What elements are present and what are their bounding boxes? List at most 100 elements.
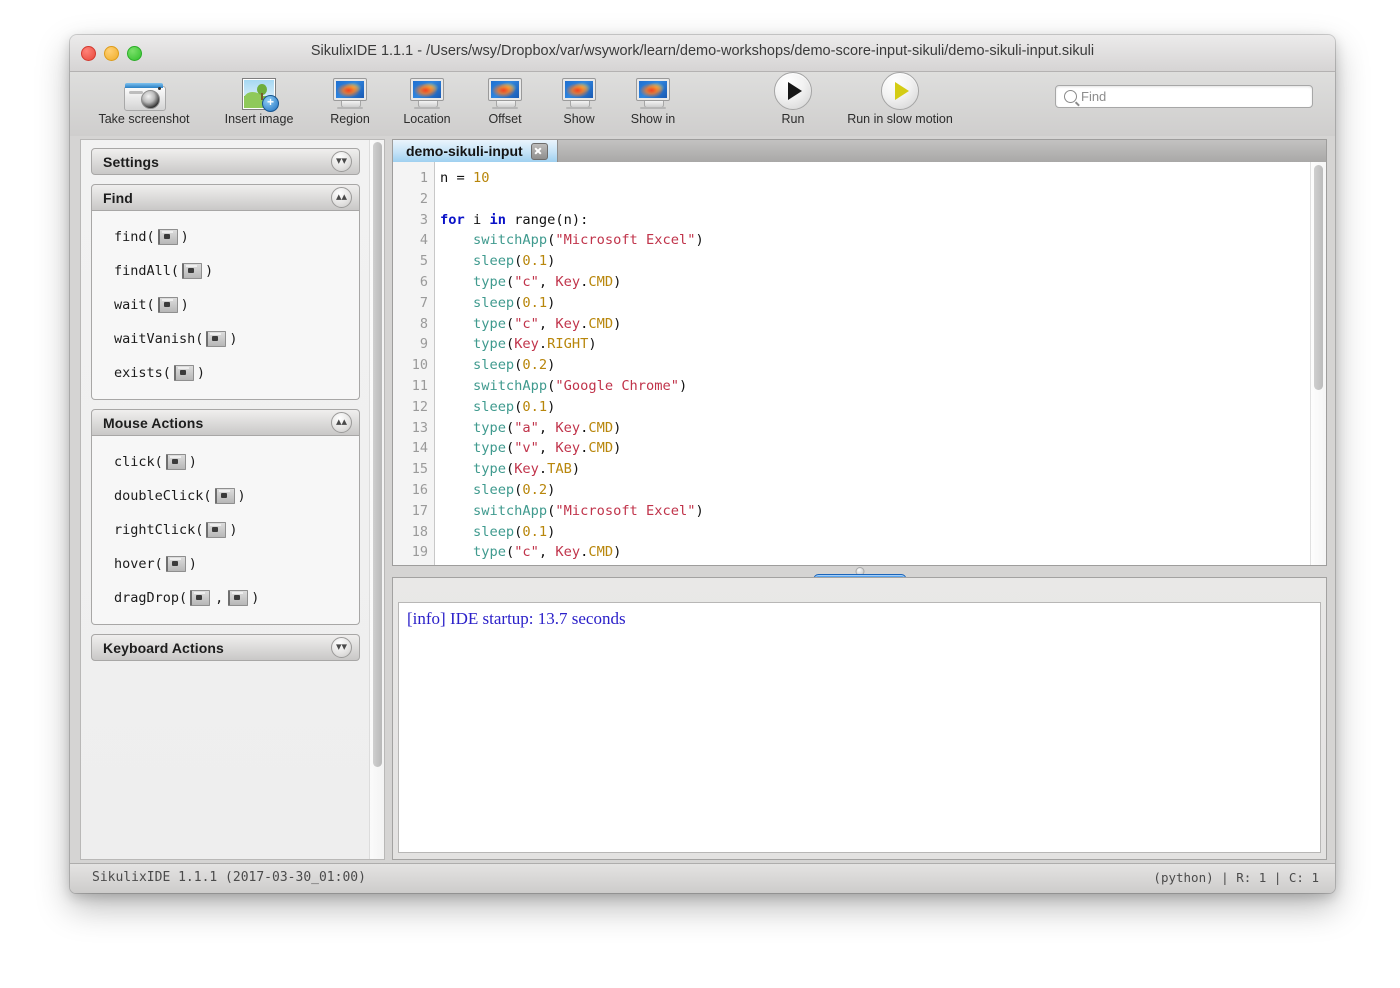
- command-waitvanish[interactable]: waitVanish( ): [92, 322, 359, 356]
- code-token: type: [473, 420, 506, 436]
- code-token: (: [506, 544, 514, 560]
- code-line[interactable]: sleep(0.1): [440, 293, 1310, 314]
- image-thumbnail-icon[interactable]: [174, 365, 194, 381]
- command-find[interactable]: find( ): [92, 220, 359, 254]
- code-token: [440, 357, 473, 373]
- panel-body-mouse-actions: click( ) doubleClick( ) rightClick(: [91, 436, 360, 625]
- code-token: "c": [514, 274, 539, 290]
- code-line[interactable]: sleep(0.1): [440, 522, 1310, 543]
- image-thumbnail-icon[interactable]: [228, 590, 248, 606]
- command-suffix: ): [181, 297, 189, 313]
- line-number: 10: [393, 355, 434, 376]
- panel-header-keyboard-actions[interactable]: Keyboard Actions ▾▾: [91, 634, 360, 661]
- code-line[interactable]: [440, 189, 1310, 210]
- code-token: ,: [539, 420, 555, 436]
- image-thumbnail-icon[interactable]: [182, 263, 202, 279]
- toolbar-button-show-in[interactable]: Show in: [607, 74, 699, 126]
- code-line[interactable]: type("v", Key.CMD): [440, 438, 1310, 459]
- chevron-double-up-icon[interactable]: ▴▴: [331, 187, 352, 208]
- command-exists[interactable]: exists( ): [92, 356, 359, 390]
- code-token: ): [695, 232, 703, 248]
- editor-scrollbar-thumb[interactable]: [1314, 165, 1323, 390]
- image-thumbnail-icon[interactable]: [206, 522, 226, 538]
- line-number: 7: [393, 293, 434, 314]
- command-suffix: ): [197, 365, 205, 381]
- code-line[interactable]: type("c", Key.CMD): [440, 314, 1310, 335]
- image-thumbnail-icon[interactable]: [158, 297, 178, 313]
- sidebar-scrollbar[interactable]: [369, 140, 384, 859]
- command-hover[interactable]: hover( ): [92, 547, 359, 581]
- editor-scrollbar[interactable]: [1310, 162, 1326, 565]
- image-thumbnail-icon[interactable]: [166, 556, 186, 572]
- play-black-icon: [774, 74, 812, 110]
- command-rightclick[interactable]: rightClick( ): [92, 513, 359, 547]
- line-number: 1: [393, 168, 434, 189]
- image-thumbnail-icon[interactable]: [158, 229, 178, 245]
- code-line[interactable]: type("c", Key.CMD): [440, 542, 1310, 563]
- code-token: Key: [555, 420, 580, 436]
- panel-header-settings[interactable]: Settings ▾▾: [91, 148, 360, 175]
- code-line[interactable]: switchApp("Microsoft Excel"): [440, 230, 1310, 251]
- command-doubleclick[interactable]: doubleClick( ): [92, 479, 359, 513]
- toolbar-button-run[interactable]: Run: [747, 74, 839, 126]
- code-line[interactable]: sleep(0.2): [440, 355, 1310, 376]
- close-icon[interactable]: [531, 143, 548, 160]
- code-line[interactable]: sleep(0.1): [440, 251, 1310, 272]
- code-line[interactable]: n = 10: [440, 168, 1310, 189]
- code-token: [440, 336, 473, 352]
- editor-tab-demo-sikuli-input[interactable]: demo-sikuli-input: [393, 140, 558, 162]
- sidebar-scrollbar-thumb[interactable]: [373, 142, 382, 767]
- code-token: "Google Chrome": [555, 378, 679, 394]
- code-text[interactable]: n = 10 for i in range(n): switchApp("Mic…: [436, 162, 1310, 565]
- panel-header-mouse-actions[interactable]: Mouse Actions ▴▴: [91, 409, 360, 436]
- code-token: sleep: [473, 357, 514, 373]
- search-icon: [1064, 90, 1077, 103]
- monitor-icon: [559, 74, 599, 110]
- code-token: i: [465, 212, 490, 228]
- command-dragdrop[interactable]: dragDrop( , ): [92, 581, 359, 615]
- toolbar-button-run-slow-motion[interactable]: Run in slow motion: [854, 74, 946, 126]
- code-token: [440, 420, 473, 436]
- line-number: 11: [393, 376, 434, 397]
- search-input[interactable]: Find: [1055, 85, 1313, 108]
- code-line[interactable]: sleep(0.1): [440, 397, 1310, 418]
- code-line[interactable]: switchApp("Microsoft Excel"): [440, 501, 1310, 522]
- code-token: Key: [555, 316, 580, 332]
- image-thumbnail-icon[interactable]: [166, 454, 186, 470]
- code-token: [440, 295, 473, 311]
- code-line[interactable]: type(Key.TAB): [440, 459, 1310, 480]
- code-token: ): [695, 503, 703, 519]
- toolbar-button-insert-image[interactable]: + Insert image: [213, 74, 305, 126]
- code-line[interactable]: sleep(0.2): [440, 480, 1310, 501]
- code-line[interactable]: type("a", Key.CMD): [440, 418, 1310, 439]
- chevron-double-down-icon[interactable]: ▾▾: [331, 637, 352, 658]
- code-line[interactable]: for i in range(n):: [440, 210, 1310, 231]
- toolbar-button-take-screenshot[interactable]: Take screenshot: [98, 74, 190, 126]
- code-token: Key: [555, 544, 580, 560]
- command-suffix: ): [181, 229, 189, 245]
- code-token: switchApp: [473, 378, 547, 394]
- command-suffix: ): [251, 590, 259, 606]
- line-number-gutter: 12345678910111213141516171819: [393, 162, 435, 565]
- chevron-double-up-icon[interactable]: ▴▴: [331, 412, 352, 433]
- panel-header-find[interactable]: Find ▴▴: [91, 184, 360, 211]
- code-area[interactable]: 12345678910111213141516171819 n = 10 for…: [393, 162, 1326, 565]
- code-token: ): [588, 336, 596, 352]
- code-token: ): [613, 440, 621, 456]
- code-token: ,: [539, 316, 555, 332]
- command-wait[interactable]: wait( ): [92, 288, 359, 322]
- command-click[interactable]: click( ): [92, 445, 359, 479]
- image-thumbnail-icon[interactable]: [190, 590, 210, 606]
- image-thumbnail-icon[interactable]: [215, 488, 235, 504]
- code-token: .: [539, 336, 547, 352]
- message-output[interactable]: [info] IDE startup: 13.7 seconds: [398, 602, 1321, 853]
- chevron-double-down-icon[interactable]: ▾▾: [331, 151, 352, 172]
- command-prefix: hover(: [114, 556, 163, 572]
- toolbar-label: Region: [330, 112, 370, 126]
- command-findall[interactable]: findAll( ): [92, 254, 359, 288]
- code-line[interactable]: switchApp("Google Chrome"): [440, 376, 1310, 397]
- code-line[interactable]: type("c", Key.CMD): [440, 272, 1310, 293]
- code-line[interactable]: type(Key.RIGHT): [440, 334, 1310, 355]
- image-thumbnail-icon[interactable]: [206, 331, 226, 347]
- command-prefix: waitVanish(: [114, 331, 203, 347]
